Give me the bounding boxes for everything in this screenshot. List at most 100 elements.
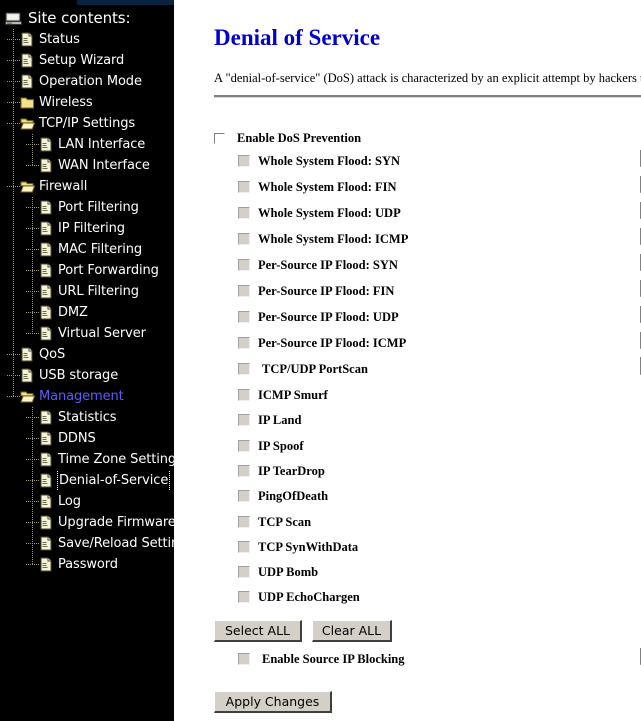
sidebar-item-label: USB storage bbox=[39, 368, 119, 383]
attack-toggle-label: UDP EchoChargen bbox=[258, 589, 360, 604]
flood-checkbox[interactable] bbox=[238, 181, 250, 194]
sidebar-item-ip-filtering[interactable]: IP Filtering bbox=[0, 218, 174, 239]
sidebar-item-time-zone-setting[interactable]: Time Zone Setting bbox=[0, 449, 174, 470]
sidebar-item-label: Time Zone Setting bbox=[58, 452, 174, 467]
sidebar-item-firewall[interactable]: Firewall bbox=[0, 176, 174, 197]
sidebar-item-port-forwarding[interactable]: Port Forwarding bbox=[0, 260, 174, 281]
flood-checkbox[interactable] bbox=[238, 337, 250, 350]
sidebar-item-label: Log bbox=[58, 494, 81, 509]
sidebar-item-statistics[interactable]: Statistics bbox=[0, 407, 174, 428]
sidebar-item-label: Firewall bbox=[39, 179, 88, 194]
flood-row[interactable]: Whole System Flood: UDP bbox=[238, 204, 401, 224]
sidebar-item-label: TCP/IP Settings bbox=[39, 116, 136, 131]
sidebar-item-upgrade-firmware[interactable]: Upgrade Firmware bbox=[0, 512, 174, 533]
attack-toggle-checkbox[interactable] bbox=[238, 414, 250, 427]
sidebar-item-dmz[interactable]: DMZ bbox=[0, 302, 174, 323]
sidebar-item-operation-mode[interactable]: Operation Mode bbox=[0, 71, 174, 92]
sidebar-item-ddns[interactable]: DDNS bbox=[0, 428, 174, 449]
flood-row[interactable]: Per-Source IP Flood: FIN bbox=[238, 282, 394, 302]
attack-toggle-row[interactable]: IP TearDrop bbox=[238, 462, 325, 482]
sidebar-item-label: IP Filtering bbox=[58, 221, 125, 236]
flood-row[interactable]: Whole System Flood: ICMP bbox=[238, 230, 408, 250]
attack-toggle-checkbox[interactable] bbox=[238, 389, 250, 402]
sidebar-item-denial-of-service[interactable]: Denial-of-Service bbox=[0, 470, 174, 491]
sidebar-item-label: Setup Wizard bbox=[39, 53, 125, 68]
sidebar-item-label: Password bbox=[58, 557, 118, 572]
flood-row[interactable]: Per-Source IP Flood: SYN bbox=[238, 256, 398, 276]
attack-toggle-row[interactable]: UDP EchoChargen bbox=[238, 588, 360, 608]
document-icon bbox=[20, 368, 35, 383]
attack-toggle-checkbox[interactable] bbox=[238, 490, 250, 503]
attack-toggle-row[interactable]: UDP Bomb bbox=[238, 563, 318, 583]
sidebar-item-label: LAN Interface bbox=[58, 137, 146, 152]
attack-toggle-checkbox[interactable] bbox=[238, 465, 250, 478]
sidebar-item-save-reload-setting[interactable]: Save/Reload Setting bbox=[0, 533, 174, 554]
sidebar-item-tcp-ip-settings[interactable]: TCP/IP Settings bbox=[0, 113, 174, 134]
flood-checkbox[interactable] bbox=[238, 259, 250, 272]
source-ip-blocking-checkbox[interactable] bbox=[238, 653, 250, 666]
sidebar-item-wireless[interactable]: Wireless bbox=[0, 92, 174, 113]
attack-toggle-label: IP Spoof bbox=[258, 438, 304, 453]
attack-toggle-checkbox[interactable] bbox=[238, 516, 250, 529]
tree-connector-line bbox=[32, 407, 33, 565]
sidebar-item-label: Wireless bbox=[39, 95, 93, 110]
flood-checkbox[interactable] bbox=[238, 285, 250, 298]
attack-toggle-checkbox[interactable] bbox=[238, 440, 250, 453]
tree-root-site-contents: Site contents: bbox=[0, 8, 174, 29]
sidebar-item-setup-wizard[interactable]: Setup Wizard bbox=[0, 50, 174, 71]
sidebar-item-mac-filtering[interactable]: MAC Filtering bbox=[0, 239, 174, 260]
sidebar-item-management[interactable]: Management bbox=[0, 386, 174, 407]
sidebar-item-label: Management bbox=[39, 389, 124, 404]
document-icon bbox=[39, 410, 54, 425]
attack-toggle-checkbox[interactable] bbox=[238, 541, 250, 554]
flood-label: Per-Source IP Flood: SYN bbox=[258, 257, 398, 272]
flood-label: Whole System Flood: FIN bbox=[258, 179, 397, 194]
sidebar-item-log[interactable]: Log bbox=[0, 491, 174, 512]
attack-toggle-row[interactable]: TCP Scan bbox=[238, 513, 311, 533]
enable-dos-prevention-label: Enable DoS Prevention bbox=[237, 130, 362, 145]
flood-row[interactable]: Whole System Flood: SYN bbox=[238, 152, 400, 172]
sidebar-item-label: Port Forwarding bbox=[58, 263, 159, 278]
sidebar-item-password[interactable]: Password bbox=[0, 554, 174, 575]
flood-row[interactable]: Per-Source IP Flood: ICMP bbox=[238, 334, 406, 354]
flood-checkbox[interactable] bbox=[238, 311, 250, 324]
attack-toggle-label: IP Land bbox=[258, 412, 302, 427]
flood-checkbox[interactable] bbox=[238, 233, 250, 246]
flood-checkbox[interactable] bbox=[238, 155, 250, 168]
attack-toggle-checkbox[interactable] bbox=[238, 591, 250, 604]
flood-row[interactable]: Whole System Flood: FIN bbox=[238, 178, 397, 198]
flood-row[interactable]: Per-Source IP Flood: UDP bbox=[238, 308, 399, 328]
flood-checkbox[interactable] bbox=[238, 207, 250, 220]
page-description: A "denial-of-service" (DoS) attack is ch… bbox=[214, 71, 641, 85]
enable-dos-prevention-row[interactable]: Enable DoS Prevention bbox=[214, 129, 361, 149]
attack-toggle-row[interactable]: ICMP Smurf bbox=[238, 386, 328, 406]
sidebar-item-status[interactable]: Status bbox=[0, 29, 174, 50]
enable-dos-prevention-checkbox[interactable] bbox=[214, 132, 225, 144]
attack-toggle-checkbox[interactable] bbox=[238, 566, 250, 579]
sidebar-item-url-filtering[interactable]: URL Filtering bbox=[0, 281, 174, 302]
tree-connector-line bbox=[7, 396, 20, 397]
clear-all-button[interactable]: Clear ALL bbox=[312, 620, 392, 642]
sidebar-item-port-filtering[interactable]: Port Filtering bbox=[0, 197, 174, 218]
sidebar-item-label: Port Filtering bbox=[58, 200, 139, 215]
attack-toggle-row[interactable]: IP Spoof bbox=[238, 437, 304, 457]
sidebar-item-qos[interactable]: QoS bbox=[0, 344, 174, 365]
sidebar-item-label: DMZ bbox=[58, 305, 88, 320]
attack-toggle-row[interactable]: TCP SynWithData bbox=[238, 538, 358, 558]
document-icon bbox=[39, 158, 54, 173]
apply-changes-button[interactable]: Apply Changes bbox=[214, 691, 332, 713]
attack-toggle-row[interactable]: IP Land bbox=[238, 411, 301, 431]
source-ip-blocking-row[interactable]: Enable Source IP Blocking bbox=[238, 650, 405, 670]
flood-label: Per-Source IP Flood: ICMP bbox=[258, 335, 407, 350]
site-contents-tree: Site contents: Status Setup Wizard Operatio… bbox=[0, 8, 174, 575]
sidebar-item-usb-storage[interactable]: USB storage bbox=[0, 365, 174, 386]
portscan-checkbox[interactable] bbox=[238, 363, 250, 376]
sidebar-item-label: WAN Interface bbox=[58, 158, 150, 173]
sidebar-item-label: Operation Mode bbox=[39, 74, 142, 89]
attack-toggle-row[interactable]: PingOfDeath bbox=[238, 487, 328, 507]
sidebar-item-wan-interface[interactable]: WAN Interface bbox=[0, 155, 174, 176]
sidebar-item-lan-interface[interactable]: LAN Interface bbox=[0, 134, 174, 155]
portscan-row[interactable]: TCP/UDP PortScan bbox=[238, 360, 368, 380]
select-all-button[interactable]: Select ALL bbox=[214, 620, 302, 642]
sidebar-item-virtual-server[interactable]: Virtual Server bbox=[0, 323, 174, 344]
